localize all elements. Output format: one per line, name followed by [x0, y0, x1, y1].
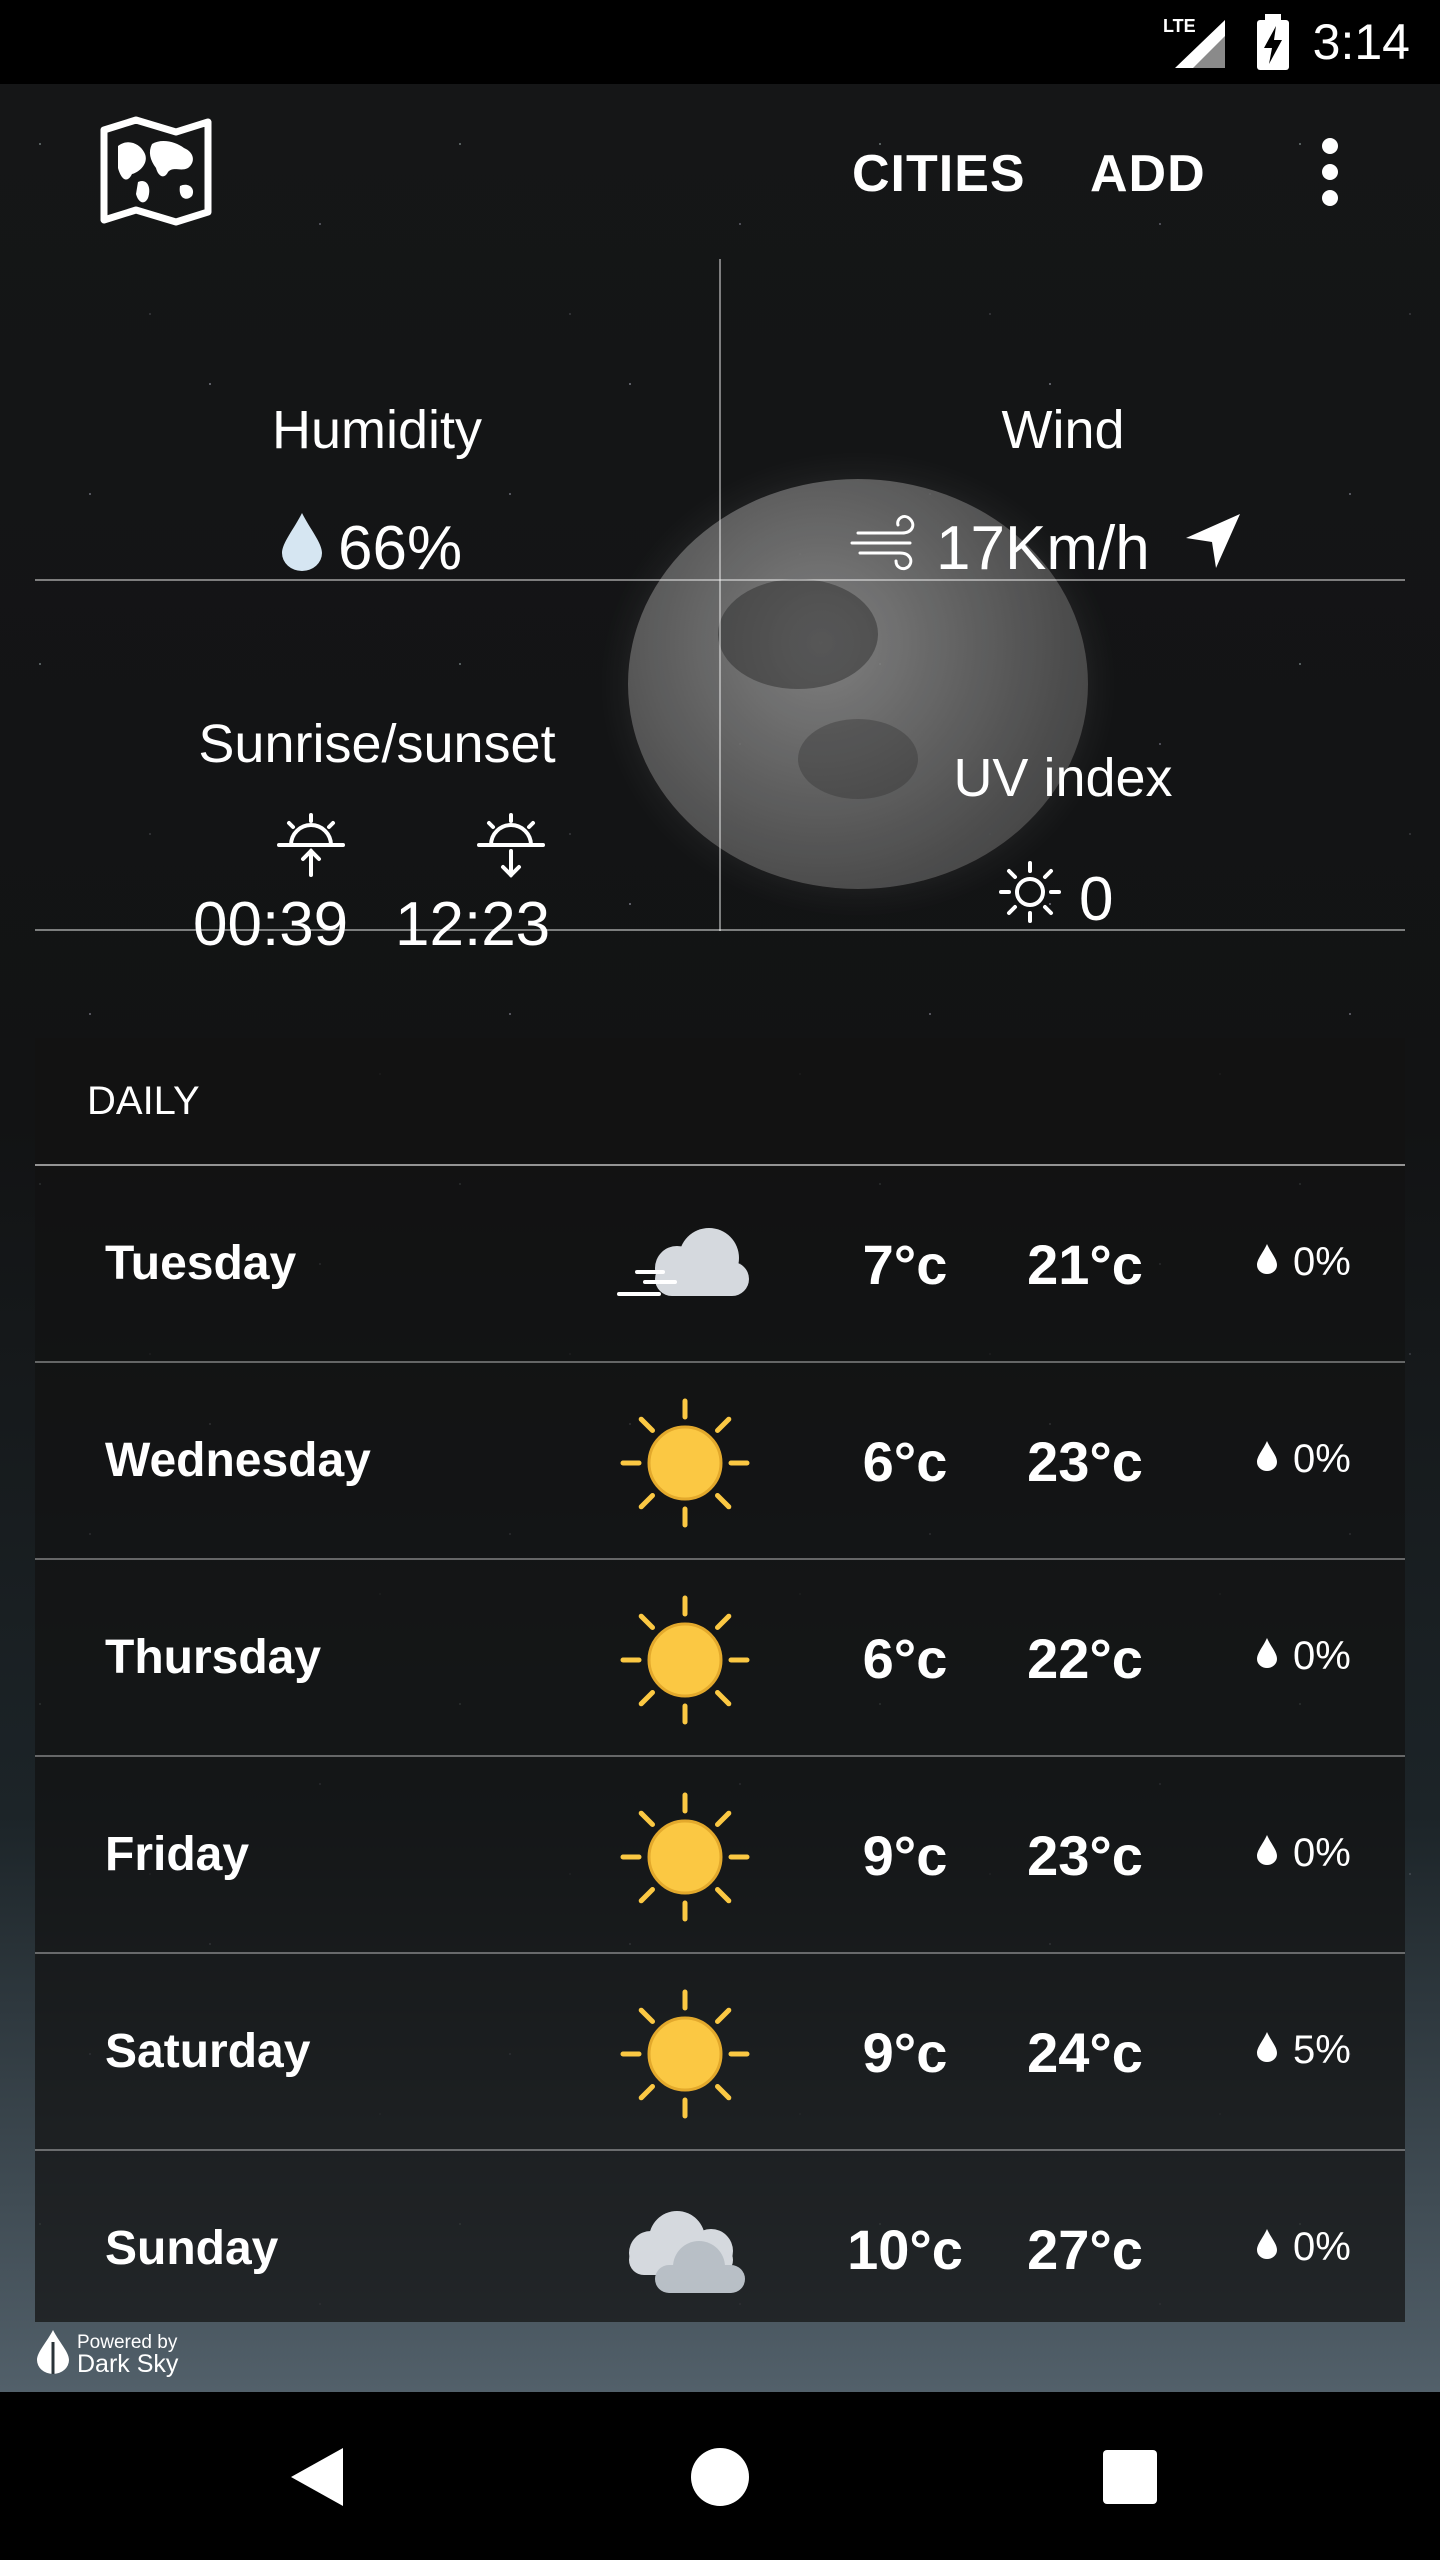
app-bar: CITIES ADD: [0, 84, 1440, 259]
precip-group: 0%: [1255, 1437, 1351, 1482]
high-temp: 23°c: [1027, 1430, 1143, 1493]
humidity-title: Humidity: [271, 400, 483, 460]
sun-icon: [615, 1590, 755, 1730]
water-drop-icon: [1255, 2028, 1279, 2073]
back-icon[interactable]: [283, 2442, 353, 2512]
cloud-icon: [615, 2181, 755, 2321]
day-name: Friday: [105, 1828, 250, 1881]
water-drop-icon: [1255, 1634, 1279, 1679]
sun-icon: [615, 1787, 755, 1927]
high-temp: 23°c: [1027, 1824, 1143, 1887]
battery-charging-icon: [1255, 14, 1291, 70]
sunrise-sunset-title: Sunrise/sunset: [198, 714, 556, 774]
dark-sky-logo-icon: [35, 2328, 71, 2381]
wind-cloud-icon: [615, 1196, 755, 1336]
precip-group: 5%: [1255, 2028, 1351, 2073]
uv-index-title: UV index: [953, 748, 1173, 808]
high-temp: 24°c: [1027, 2021, 1143, 2084]
clock: 3:14: [1312, 14, 1410, 70]
precip-chance: 0%: [1293, 1831, 1351, 1875]
current-details-grid: Humidity 66% Wind 17Km/h Sunrise/sunset …: [35, 259, 1405, 959]
low-temp: 9°c: [862, 1824, 948, 1887]
uv-value-group: 0: [995, 857, 1113, 942]
sunrise-time: 00:39: [193, 890, 349, 959]
wind-title: Wind: [1001, 400, 1125, 460]
daily-forecast-card: DAILY Tuesday 7°c 21°c 0% Wednesday 6°c 23°c 0%…: [35, 1038, 1405, 2322]
svg-text:LTE: LTE: [1163, 16, 1196, 36]
precip-chance: 5%: [1293, 2028, 1351, 2072]
daily-row[interactable]: Sunday 10°c 27°c 0%: [35, 2151, 1405, 2321]
precip-group: 0%: [1255, 1831, 1351, 1876]
sun-outline-icon: [995, 857, 1065, 942]
day-name: Saturday: [105, 2025, 311, 2078]
precip-group: 0%: [1255, 1240, 1351, 1285]
uv-value: 0: [1079, 865, 1114, 934]
precip-chance: 0%: [1293, 1437, 1351, 1481]
navigation-bar: [0, 2392, 1440, 2560]
daily-row[interactable]: Friday 9°c 23°c 0%: [35, 1757, 1405, 1954]
wind-value: 17Km/h: [936, 514, 1150, 583]
daily-list: Tuesday 7°c 21°c 0% Wednesday 6°c 23°c 0% Thursd…: [35, 1166, 1405, 2321]
water-drop-icon: [1255, 1831, 1279, 1876]
dark-sky-label: Dark Sky: [77, 2349, 179, 2378]
wind-value-group: 17Km/h: [850, 511, 1242, 586]
low-temp: 9°c: [862, 2021, 948, 2084]
precip-chance: 0%: [1293, 2225, 1351, 2269]
high-temp: 27°c: [1027, 2218, 1143, 2281]
high-temp: 22°c: [1027, 1627, 1143, 1690]
world-map-icon[interactable]: [100, 116, 212, 226]
precip-chance: 0%: [1293, 1634, 1351, 1678]
low-temp: 10°c: [847, 2218, 963, 2281]
precip-group: 0%: [1255, 1634, 1351, 1679]
low-temp: 6°c: [862, 1627, 948, 1690]
low-temp: 7°c: [862, 1233, 948, 1296]
sunset-icon: [475, 811, 547, 886]
add-button[interactable]: ADD: [1090, 144, 1206, 204]
recents-icon[interactable]: [1095, 2442, 1165, 2512]
wind-icon: [850, 511, 922, 586]
powered-by-dark-sky[interactable]: Powered by Dark Sky: [35, 2328, 178, 2381]
more-vert-icon[interactable]: [1300, 132, 1360, 212]
humidity-value-group: 66%: [280, 511, 462, 586]
water-drop-icon: [280, 511, 324, 586]
sun-icon: [615, 1984, 755, 2124]
day-name: Thursday: [105, 1631, 322, 1684]
wind-direction-icon: [1184, 512, 1242, 585]
lte-signal-icon: LTE: [1163, 14, 1233, 70]
home-icon[interactable]: [685, 2442, 755, 2512]
precip-chance: 0%: [1293, 1240, 1351, 1284]
divider: [719, 259, 721, 931]
humidity-value: 66%: [338, 514, 463, 583]
water-drop-icon: [1255, 1437, 1279, 1482]
sunrise-icon: [275, 811, 347, 886]
daily-row[interactable]: Tuesday 7°c 21°c 0%: [35, 1166, 1405, 1363]
sun-icon: [615, 1393, 755, 1533]
status-bar: LTE 3:14: [0, 0, 1440, 84]
cities-button[interactable]: CITIES: [852, 144, 1026, 204]
day-name: Wednesday: [105, 1434, 371, 1487]
powered-by-label: Powered by: [77, 2331, 178, 2353]
precip-group: 0%: [1255, 2225, 1351, 2270]
daily-header: DAILY: [35, 1038, 1405, 1166]
high-temp: 21°c: [1027, 1233, 1143, 1296]
day-name: Tuesday: [105, 1237, 297, 1290]
day-name: Sunday: [105, 2222, 279, 2275]
water-drop-icon: [1255, 2225, 1279, 2270]
low-temp: 6°c: [862, 1430, 948, 1493]
daily-row[interactable]: Saturday 9°c 24°c 5%: [35, 1954, 1405, 2151]
water-drop-icon: [1255, 1240, 1279, 1285]
weather-screen: CITIES ADD Humidity 66% Wind 17Km/h Sunr…: [0, 84, 1440, 2392]
daily-row[interactable]: Wednesday 6°c 23°c 0%: [35, 1363, 1405, 1560]
daily-row[interactable]: Thursday 6°c 22°c 0%: [35, 1560, 1405, 1757]
sunset-time: 12:23: [395, 890, 551, 959]
